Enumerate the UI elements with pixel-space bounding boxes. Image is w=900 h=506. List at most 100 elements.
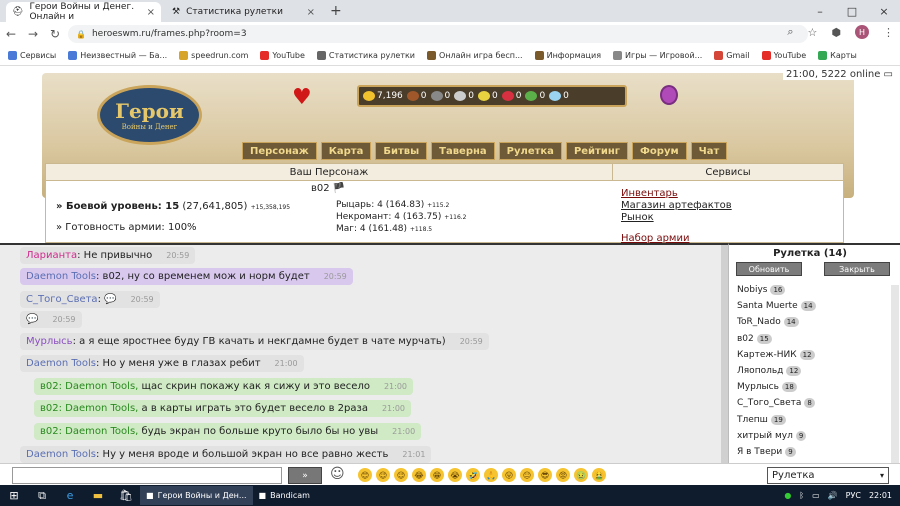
- star-icon[interactable]: ☆: [808, 26, 818, 39]
- taskbar-app[interactable]: ■ Герои Войны и Ден...: [140, 486, 253, 505]
- menu-item[interactable]: Битвы: [375, 142, 428, 160]
- close-button[interactable]: Закрыть: [824, 262, 890, 276]
- store-icon[interactable]: 🛍: [112, 489, 140, 502]
- back-icon[interactable]: ←: [0, 27, 22, 41]
- system-clock[interactable]: 22:01: [869, 491, 892, 500]
- menu-icon[interactable]: ⋮: [883, 26, 894, 39]
- emoji-button[interactable]: 😡: [556, 468, 570, 482]
- taskbar-app[interactable]: ■ Bandicam: [253, 486, 316, 505]
- emoji-button[interactable]: 😂: [412, 468, 426, 482]
- userlist-scrollbar[interactable]: [891, 285, 899, 463]
- link-artifact-shop[interactable]: Магазин артефактов: [621, 200, 732, 211]
- user-list-item[interactable]: С_Того_Света 8: [737, 398, 815, 409]
- emoji-button[interactable]: 😐: [520, 468, 534, 482]
- sound-icon[interactable]: ▭: [884, 69, 893, 80]
- chat-author[interactable]: в02: Daemon Tools,: [40, 403, 138, 414]
- zoom-icon[interactable]: ⌕: [787, 25, 793, 39]
- emoji-button[interactable]: 😛: [502, 468, 516, 482]
- menu-item[interactable]: Форум: [632, 142, 687, 160]
- emoji-button[interactable]: 🙏: [484, 468, 498, 482]
- chat-author[interactable]: С_Того_Света: [26, 294, 98, 305]
- chat-author[interactable]: в02: Daemon Tools,: [40, 381, 138, 392]
- tray-icon[interactable]: ●: [784, 491, 791, 500]
- bookmark-item[interactable]: Игры — Игровой...: [613, 51, 702, 60]
- bookmark-item[interactable]: YouTube: [761, 51, 806, 60]
- chat-input[interactable]: [12, 467, 282, 484]
- chat-author[interactable]: Daemon Tools: [26, 271, 96, 282]
- user-list-item[interactable]: ToR_Nado 14: [737, 317, 799, 328]
- game-logo[interactable]: Герои Войны и Денег: [97, 85, 202, 145]
- bluetooth-icon[interactable]: ᛒ: [799, 491, 804, 500]
- user-list-item[interactable]: Ляопольд 12: [737, 366, 802, 376]
- user-name: Santa Muerte: [737, 301, 798, 312]
- user-list-item[interactable]: в02 15: [737, 333, 772, 344]
- close-tab-icon[interactable]: ×: [147, 7, 155, 18]
- menu-item[interactable]: Карта: [320, 142, 372, 160]
- chat-author[interactable]: Daemon Tools: [26, 358, 96, 369]
- user-list-item[interactable]: Мурлысь 18: [737, 382, 797, 393]
- folder-icon[interactable]: ▬: [84, 489, 112, 502]
- volume-icon[interactable]: 🔊: [828, 491, 838, 500]
- user-list-item[interactable]: Я в Твери 9: [737, 447, 796, 457]
- user-list-item[interactable]: Тлепш 19: [737, 414, 786, 425]
- tab-roulette-stats[interactable]: ⚒ Статистика рулетки ×: [166, 2, 321, 22]
- smiley-picker-icon[interactable]: ☺: [330, 466, 345, 482]
- chat-author[interactable]: Daemon Tools: [26, 449, 96, 460]
- url-field[interactable]: 🔒 heroeswm.ru/frames.php?room=3: [68, 25, 808, 43]
- chat-author[interactable]: в02: Daemon Tools,: [40, 426, 138, 437]
- emoji-button[interactable]: 😉: [394, 468, 408, 482]
- network-icon[interactable]: ▭: [812, 491, 820, 500]
- chat-author[interactable]: Мурлысь: [26, 336, 73, 347]
- bookmark-item[interactable]: Информация: [534, 51, 601, 60]
- bookmark-item[interactable]: speedrun.com: [179, 51, 248, 60]
- menu-item[interactable]: Персонаж: [242, 142, 317, 160]
- bookmark-item[interactable]: Карты: [818, 51, 857, 60]
- bookmark-item[interactable]: Онлайн игра бесп...: [427, 51, 523, 60]
- menu-item[interactable]: Рейтинг: [565, 142, 628, 160]
- close-window-button[interactable]: ×: [868, 0, 900, 22]
- menu-item[interactable]: Чат: [690, 142, 728, 160]
- language-indicator[interactable]: РУС: [846, 491, 861, 500]
- user-list-item[interactable]: Картеж-НИК 12: [737, 349, 815, 360]
- edge-icon[interactable]: e: [56, 489, 84, 502]
- emoji-button[interactable]: 🤮: [592, 468, 606, 482]
- emoji-button[interactable]: 😊: [358, 468, 372, 482]
- emoji-button[interactable]: 😉: [376, 468, 390, 482]
- link-market[interactable]: Рынок: [621, 212, 654, 223]
- send-button[interactable]: »: [288, 467, 322, 484]
- extension-icon[interactable]: ⬢: [831, 26, 841, 39]
- bookmark-item[interactable]: YouTube: [260, 51, 305, 60]
- channel-select[interactable]: Рулетка ▾: [767, 467, 889, 484]
- emoji-button[interactable]: 🤢: [574, 468, 588, 482]
- profile-avatar[interactable]: H: [855, 25, 869, 39]
- refresh-button[interactable]: Обновить: [736, 262, 802, 276]
- emoji-button[interactable]: 🤣: [466, 468, 480, 482]
- bookmark-item[interactable]: Статистика рулетки: [316, 51, 415, 60]
- chat-scrollbar[interactable]: [721, 245, 728, 463]
- user-list-item[interactable]: хитрый мул 9: [737, 430, 807, 441]
- player-name[interactable]: в02 🏴: [311, 183, 345, 194]
- emoji-button[interactable]: 😁: [430, 468, 444, 482]
- maximize-button[interactable]: □: [836, 0, 868, 22]
- chat-text: 💬: [26, 314, 39, 325]
- bookmark-item[interactable]: Сервисы: [8, 51, 56, 60]
- bookmark-item[interactable]: Неизвестный — Ба...: [68, 51, 167, 60]
- app-icon: ■: [258, 491, 267, 500]
- task-view-icon[interactable]: ⧉: [28, 489, 56, 503]
- link-inventory[interactable]: Инвентарь: [621, 188, 678, 199]
- emoji-button[interactable]: 😎: [538, 468, 552, 482]
- new-tab-button[interactable]: +: [330, 3, 342, 19]
- menu-item[interactable]: Рулетка: [498, 142, 562, 160]
- close-tab-icon[interactable]: ×: [307, 7, 315, 18]
- minimize-button[interactable]: –: [804, 0, 836, 22]
- windows-start-icon[interactable]: ⊞: [0, 489, 28, 502]
- reload-icon[interactable]: ↻: [44, 27, 66, 41]
- emoji-button[interactable]: 😭: [448, 468, 462, 482]
- chat-author[interactable]: Ларианта: [26, 250, 77, 261]
- bookmark-item[interactable]: Gmail: [714, 51, 750, 60]
- user-list-item[interactable]: Nobiys 16: [737, 285, 786, 295]
- forward-icon[interactable]: →: [22, 27, 44, 41]
- user-list-item[interactable]: Santa Muerte 14: [737, 301, 816, 312]
- tab-heroes[interactable]: ⛑ Герои Войны и Денег. Онлайн и ×: [6, 2, 161, 22]
- menu-item[interactable]: Таверна: [431, 142, 495, 160]
